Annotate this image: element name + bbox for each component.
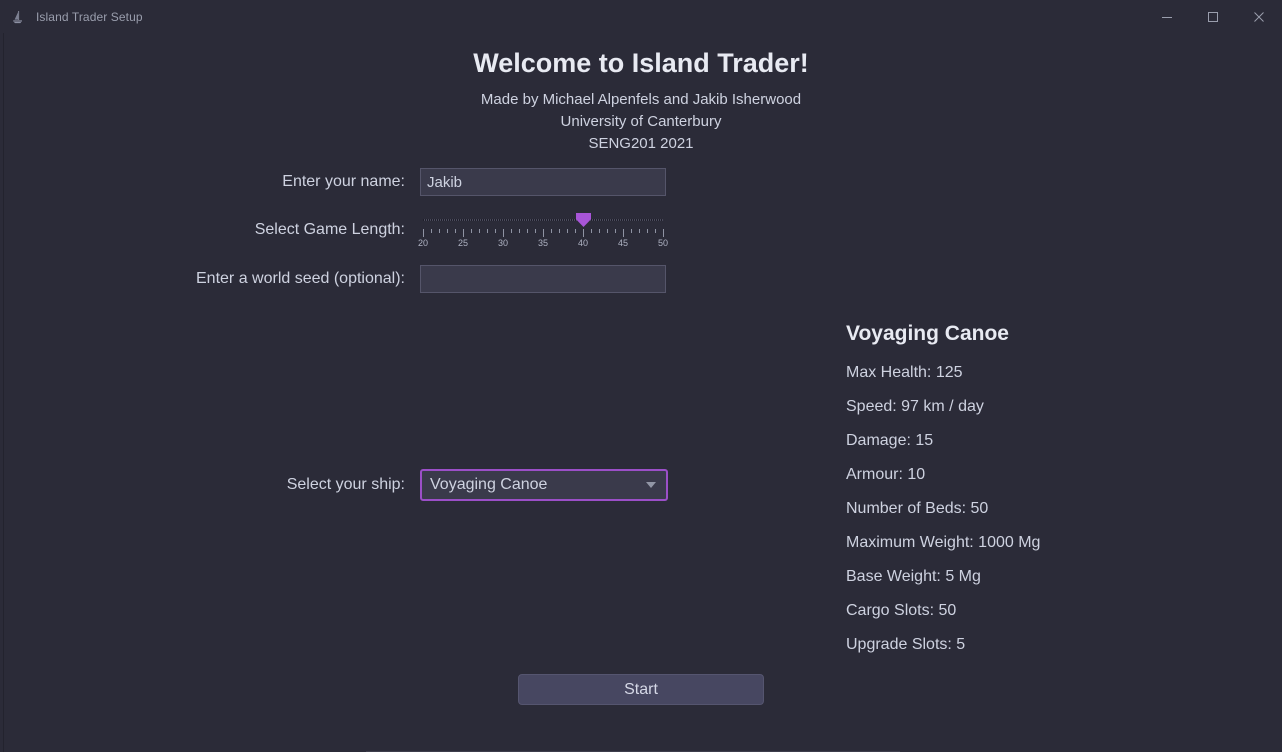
slider-tick-major bbox=[543, 229, 544, 237]
slider-tick-minor bbox=[631, 229, 632, 233]
stat-upgrade-slots: Upgrade Slots: 5 bbox=[846, 636, 966, 653]
ship-select-row: Select your ship: Voyaging Canoe bbox=[0, 469, 668, 501]
stat-speed: Speed: 97 km / day bbox=[846, 398, 984, 415]
slider-track[interactable] bbox=[423, 219, 663, 221]
slider-tick-minor bbox=[535, 229, 536, 233]
stat-damage: Damage: 15 bbox=[846, 432, 934, 449]
world-seed-input[interactable] bbox=[420, 265, 666, 293]
start-button[interactable]: Start bbox=[518, 674, 764, 705]
world-seed-row: Enter a world seed (optional): bbox=[0, 265, 666, 293]
slider-tick-label: 20 bbox=[417, 238, 429, 248]
slider-tick-label: 40 bbox=[577, 238, 589, 248]
maximize-icon[interactable] bbox=[1190, 0, 1236, 33]
name-input-value: Jakib bbox=[427, 173, 463, 191]
name-row: Enter your name: Jakib bbox=[0, 168, 666, 196]
slider-tick-minor bbox=[567, 229, 568, 233]
slider-tick-minor bbox=[439, 229, 440, 233]
slider-tick-minor bbox=[575, 229, 576, 233]
slider-tick-minor bbox=[487, 229, 488, 233]
slider-tick-minor bbox=[495, 229, 496, 233]
slider-tick-minor bbox=[551, 229, 552, 233]
stat-armour: Armour: 10 bbox=[846, 466, 926, 483]
slider-tick-major bbox=[423, 229, 424, 237]
slider-tick-minor bbox=[655, 229, 656, 233]
ship-select-dropdown[interactable]: Voyaging Canoe bbox=[420, 469, 668, 501]
window-title: Island Trader Setup bbox=[36, 9, 143, 24]
credits-authors: Made by Michael Alpenfels and Jakib Ishe… bbox=[480, 91, 802, 108]
slider-tick-minor bbox=[479, 229, 480, 233]
window-controls bbox=[1144, 0, 1282, 33]
slider-tick-minor bbox=[607, 229, 608, 233]
game-length-row: Select Game Length: 20 25 30 35 40 45 50 bbox=[0, 205, 669, 254]
slider-tick-label: 50 bbox=[657, 238, 669, 248]
chevron-down-icon[interactable] bbox=[646, 482, 656, 488]
stat-maximum-weight: Maximum Weight: 1000 Mg bbox=[846, 534, 1041, 551]
slider-tick-minor bbox=[447, 229, 448, 233]
world-seed-label: Enter a world seed (optional): bbox=[196, 270, 405, 287]
slider-tick-minor bbox=[591, 229, 592, 233]
page-title: Welcome to Island Trader! bbox=[473, 48, 809, 78]
minimize-icon[interactable] bbox=[1144, 0, 1190, 33]
stat-base-weight: Base Weight: 5 Mg bbox=[846, 568, 981, 585]
slider-tick-major bbox=[463, 229, 464, 237]
game-length-label: Select Game Length: bbox=[254, 220, 405, 238]
credits-university: University of Canterbury bbox=[560, 113, 722, 130]
title-bar: Island Trader Setup bbox=[0, 0, 1282, 33]
slider-tick-minor bbox=[639, 229, 640, 233]
header: Welcome to Island Trader! Made by Michae… bbox=[0, 44, 1282, 155]
close-icon[interactable] bbox=[1236, 0, 1282, 33]
slider-tick-minor bbox=[511, 229, 512, 233]
slider-tick-minor bbox=[599, 229, 600, 233]
credits-course: SENG201 2021 bbox=[588, 135, 694, 152]
slider-tick-major bbox=[583, 229, 584, 237]
slider-tick-label: 25 bbox=[457, 238, 469, 248]
stat-cargo-slots: Cargo Slots: 50 bbox=[846, 602, 957, 619]
slider-ticks bbox=[420, 229, 666, 237]
stat-max-health: Max Health: 125 bbox=[846, 364, 963, 381]
slider-thumb[interactable] bbox=[576, 213, 591, 227]
slider-tick-label: 35 bbox=[537, 238, 549, 248]
ship-stats-title: Voyaging Canoe bbox=[846, 322, 1009, 345]
slider-tick-labels: 20 25 30 35 40 45 50 bbox=[417, 238, 669, 252]
slider-tick-minor bbox=[647, 229, 648, 233]
slider-tick-minor bbox=[527, 229, 528, 233]
slider-tick-minor bbox=[519, 229, 520, 233]
name-label: Enter your name: bbox=[282, 173, 405, 190]
credits-block: Made by Michael Alpenfels and Jakib Ishe… bbox=[0, 89, 1282, 155]
slider-tick-major bbox=[623, 229, 624, 237]
slider-tick-label: 30 bbox=[497, 238, 509, 248]
sailboat-icon bbox=[10, 9, 26, 25]
slider-tick-minor bbox=[615, 229, 616, 233]
ship-select-label: Select your ship: bbox=[286, 476, 405, 493]
slider-tick-minor bbox=[455, 229, 456, 233]
stat-beds: Number of Beds: 50 bbox=[846, 500, 989, 517]
slider-tick-major bbox=[663, 229, 664, 237]
name-input[interactable]: Jakib bbox=[420, 168, 666, 196]
ship-select-value: Voyaging Canoe bbox=[430, 476, 548, 493]
slider-tick-minor bbox=[471, 229, 472, 233]
slider-tick-major bbox=[503, 229, 504, 237]
ship-stats-panel: Voyaging Canoe Max Health: 125 Speed: 97… bbox=[846, 318, 1246, 662]
slider-tick-minor bbox=[559, 229, 560, 233]
slider-tick-label: 45 bbox=[617, 238, 629, 248]
game-length-slider[interactable]: 20 25 30 35 40 45 50 bbox=[417, 205, 669, 254]
slider-tick-minor bbox=[431, 229, 432, 233]
